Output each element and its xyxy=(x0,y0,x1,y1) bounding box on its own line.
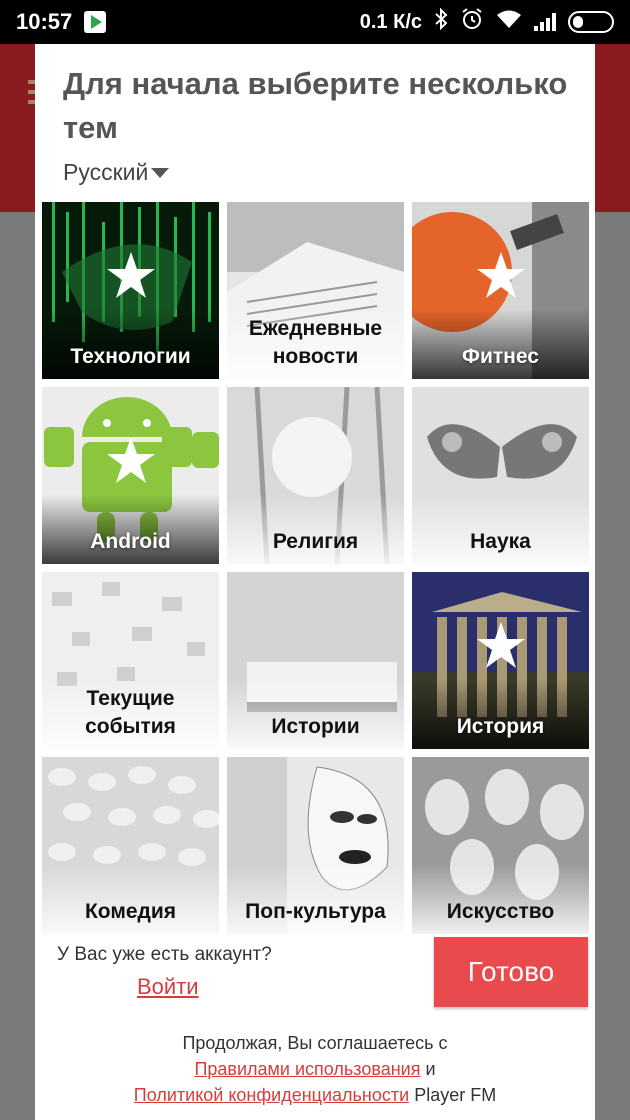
topic-tile-daily-news[interactable]: Ежедневные новости xyxy=(227,202,404,379)
star-selected-icon xyxy=(476,252,525,298)
topic-label: Android xyxy=(90,530,171,553)
star-selected-icon xyxy=(106,437,155,483)
google-play-icon xyxy=(84,11,107,33)
topic-label: Комедия xyxy=(84,900,177,923)
terms-suffix: Player FM xyxy=(414,1085,497,1105)
topic-tile-comedy[interactable]: Комедия xyxy=(42,757,219,934)
topic-tile-religion[interactable]: Религия xyxy=(227,387,404,564)
topic-tile-pop-culture[interactable]: Поп-культура xyxy=(227,757,404,934)
status-bar: 10:57 0.1 К/с xyxy=(0,0,630,44)
topic-tile-art[interactable]: Искусство xyxy=(412,757,589,934)
topic-tile-technology[interactable]: Технологии xyxy=(42,202,219,379)
topic-picker-dialog: Для начала выберите несколько тем Русски… xyxy=(35,44,595,1120)
chevron-down-icon xyxy=(151,167,170,178)
topic-label: Фитнес xyxy=(462,345,539,368)
terms-of-use-link[interactable]: Правилами использования xyxy=(194,1059,420,1079)
dialog-title: Для начала выберите несколько тем xyxy=(63,66,568,145)
topic-tile-fitness[interactable]: Фитнес xyxy=(412,202,589,379)
battery-icon xyxy=(568,11,614,33)
language-dropdown[interactable]: Русский xyxy=(63,159,170,186)
done-button[interactable]: Готово xyxy=(434,937,588,1007)
topic-tile-history[interactable]: История xyxy=(412,572,589,749)
alarm-icon xyxy=(460,7,484,37)
terms-prefix: Продолжая, Вы соглашаетесь с xyxy=(182,1033,448,1053)
topic-label: Технологии xyxy=(70,345,191,368)
terms-text: Продолжая, Вы соглашаетесь с Правилами и… xyxy=(35,1030,595,1108)
login-link[interactable]: Войти xyxy=(137,974,199,1000)
signal-icon xyxy=(534,13,556,31)
have-account-text: У Вас уже есть аккаунт? xyxy=(57,944,272,965)
topic-tile-science[interactable]: Наука xyxy=(412,387,589,564)
topic-label: Поп-культура xyxy=(245,900,386,923)
topic-label: История xyxy=(456,715,545,738)
topic-label: Текущие события xyxy=(85,687,176,738)
privacy-policy-link[interactable]: Политикой конфиденциальности xyxy=(134,1085,409,1105)
terms-and: и xyxy=(425,1059,436,1079)
topic-tile-stories[interactable]: Истории xyxy=(227,572,404,749)
star-selected-icon xyxy=(106,252,155,298)
topic-label: Наука xyxy=(470,530,531,553)
bluetooth-icon xyxy=(434,7,448,36)
wifi-icon xyxy=(496,9,522,35)
language-label: Русский xyxy=(63,159,149,185)
topic-label: Искусство xyxy=(446,900,555,923)
topic-label: Истории xyxy=(271,715,360,738)
topic-tile-android[interactable]: Android xyxy=(42,387,219,564)
topic-label: Религия xyxy=(272,530,359,553)
status-time: 10:57 xyxy=(16,9,73,34)
network-speed: 0.1 К/с xyxy=(359,10,422,33)
topic-label: Ежедневные новости xyxy=(248,317,383,368)
star-selected-icon xyxy=(476,622,525,668)
topic-grid: Технологии Ежедневные новости Фитнес And… xyxy=(42,202,589,934)
topic-tile-current-events[interactable]: Текущие события xyxy=(42,572,219,749)
